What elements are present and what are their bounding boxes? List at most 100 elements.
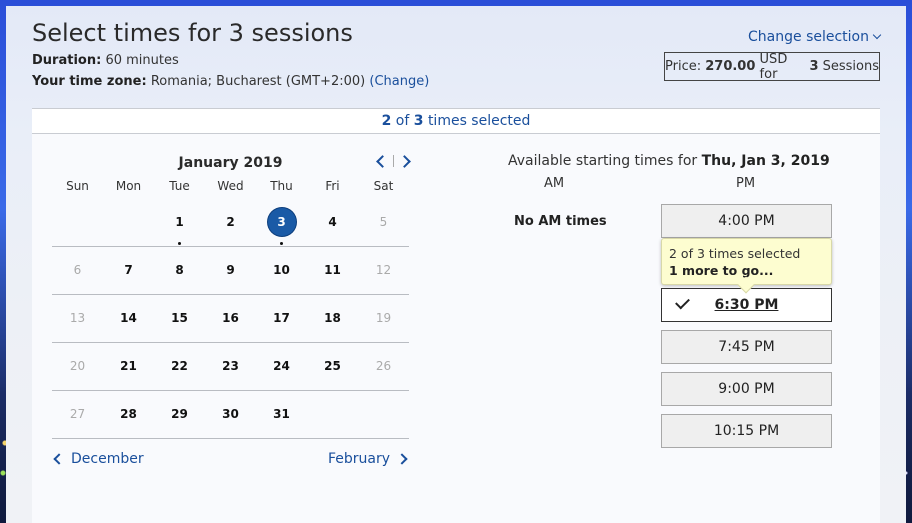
tooltip-line2: 1 more to go...	[669, 263, 774, 278]
calendar-empty-cell	[307, 391, 358, 439]
time-slot-label: 4:00 PM	[718, 213, 775, 229]
day-number: 16	[222, 311, 239, 325]
period-headers: AM PM	[476, 173, 876, 195]
time-slot[interactable]: 4:00 PM	[661, 204, 832, 238]
change-selection-button[interactable]: Change selection	[748, 29, 882, 45]
calendar-day[interactable]: 30	[205, 391, 256, 439]
day-number: 9	[226, 263, 235, 277]
booked-indicator-dot	[280, 242, 283, 245]
calendar-day[interactable]: 18	[307, 295, 358, 343]
calendar-day[interactable]: 11	[307, 247, 358, 295]
change-timezone-link[interactable]: Change	[374, 74, 424, 89]
calendar-day: 13	[52, 295, 103, 343]
calendar-day-selected[interactable]: 3	[256, 199, 307, 247]
day-number: 11	[324, 263, 341, 277]
chevron-right-icon	[396, 453, 408, 465]
calendar-day[interactable]: 28	[103, 391, 154, 439]
calendar-day[interactable]: 22	[154, 343, 205, 391]
day-number: 7	[124, 263, 133, 277]
calendar-footer: December February	[52, 439, 409, 479]
day-number: 19	[375, 311, 392, 325]
time-slot[interactable]: 9:00 PM	[661, 372, 832, 406]
calendar-day[interactable]: 25	[307, 343, 358, 391]
calendar-day[interactable]: 8	[154, 247, 205, 295]
selection-status: 2 of 3 times selected	[32, 109, 880, 134]
calendar-day[interactable]: 16	[205, 295, 256, 343]
calendar-day[interactable]: 10	[256, 247, 307, 295]
available-times-date: Thu, Jan 3, 2019	[701, 153, 830, 169]
calendar-day[interactable]: 17	[256, 295, 307, 343]
calendar-day[interactable]: 21	[103, 343, 154, 391]
calendar-day[interactable]: 7	[103, 247, 154, 295]
day-number: 6	[73, 263, 82, 277]
day-number: 22	[171, 359, 188, 373]
paren-close: )	[424, 74, 430, 89]
day-number: 25	[324, 359, 341, 373]
day-number: 21	[120, 359, 137, 373]
weekday-label: Thu	[270, 179, 293, 193]
booking-card: 2 of 3 times selected January 2019 Sun Mo…	[32, 108, 880, 523]
am-heading: AM	[544, 176, 565, 191]
status-of: of	[395, 113, 410, 129]
time-slot-label: 10:15 PM	[713, 423, 780, 439]
day-number: 17	[273, 311, 290, 325]
calendar-day[interactable]: 24	[256, 343, 307, 391]
time-slot[interactable]: 7:45 PM	[661, 330, 832, 364]
time-slot[interactable]: 10:15 PM	[661, 414, 832, 448]
calendar-day[interactable]: 31	[256, 391, 307, 439]
prev-month-arrow-icon[interactable]	[376, 154, 389, 168]
calendar-empty-cell	[103, 199, 154, 247]
calendar-day[interactable]: 4	[307, 199, 358, 247]
price-currency: USD for	[759, 51, 788, 82]
price-sessions-count: 3	[809, 59, 819, 74]
prev-month-link[interactable]: December	[52, 451, 144, 467]
calendar-grid: 1 2 3 4 5 6 7 8 9 10 11 12 13 14 15 16 17 18 19 20 21 22 23 24 2…	[52, 199, 409, 439]
checkmark-icon	[675, 294, 690, 310]
chevron-down-icon	[872, 30, 882, 40]
weekday-header: Sun Mon Tue Wed Thu Fri Sat	[52, 179, 409, 199]
time-slot-label: 7:45 PM	[718, 339, 775, 355]
time-slot-selected[interactable]: 6:30 PM	[661, 288, 832, 322]
day-number: 13	[69, 311, 86, 325]
calendar-week-row: 20 21 22 23 24 25 26	[52, 343, 409, 391]
pm-heading: PM	[736, 176, 756, 191]
calendar-day[interactable]: 23	[205, 343, 256, 391]
day-number: 18	[324, 311, 341, 325]
weekday-label: Sun	[66, 179, 89, 193]
available-times-title: Available starting times for Thu, Jan 3,…	[476, 153, 876, 169]
no-am-times: No AM times	[514, 214, 607, 229]
calendar-day[interactable]: 15	[154, 295, 205, 343]
calendar-day: 19	[358, 295, 409, 343]
weekday-label: Wed	[217, 179, 244, 193]
day-number: 12	[375, 263, 392, 277]
calendar-day[interactable]: 1	[154, 199, 205, 247]
price-prefix: Price:	[665, 59, 702, 74]
calendar-day[interactable]: 2	[205, 199, 256, 247]
calendar-empty-cell	[358, 391, 409, 439]
calendar-day[interactable]: 14	[103, 295, 154, 343]
day-number: 15	[171, 311, 188, 325]
duration-info: Duration: 60 minutes	[32, 53, 179, 68]
calendar-day[interactable]: 9	[205, 247, 256, 295]
calendar-day: 20	[52, 343, 103, 391]
day-number: 8	[175, 263, 184, 277]
nav-separator	[393, 155, 394, 167]
scheduler-panel: Select times for 3 sessions Duration: 60…	[6, 6, 906, 523]
day-number: 20	[69, 359, 86, 373]
day-number: 4	[328, 215, 337, 229]
calendar-day: 12	[358, 247, 409, 295]
calendar-day[interactable]: 29	[154, 391, 205, 439]
day-number: 30	[222, 407, 239, 421]
day-number: 31	[273, 407, 290, 421]
calendar-header: January 2019	[52, 147, 411, 175]
next-month-link[interactable]: February	[328, 451, 409, 467]
day-number: 2	[226, 215, 235, 229]
duration-label: Duration:	[32, 53, 102, 68]
timezone-value: Romania; Bucharest (GMT+2:00)	[150, 74, 366, 89]
day-number: 14	[120, 311, 137, 325]
day-number: 29	[171, 407, 188, 421]
weekday-label: Tue	[169, 179, 190, 193]
next-month-arrow-icon[interactable]	[398, 154, 411, 168]
calendar-day: 5	[358, 199, 409, 247]
calendar-day: 26	[358, 343, 409, 391]
